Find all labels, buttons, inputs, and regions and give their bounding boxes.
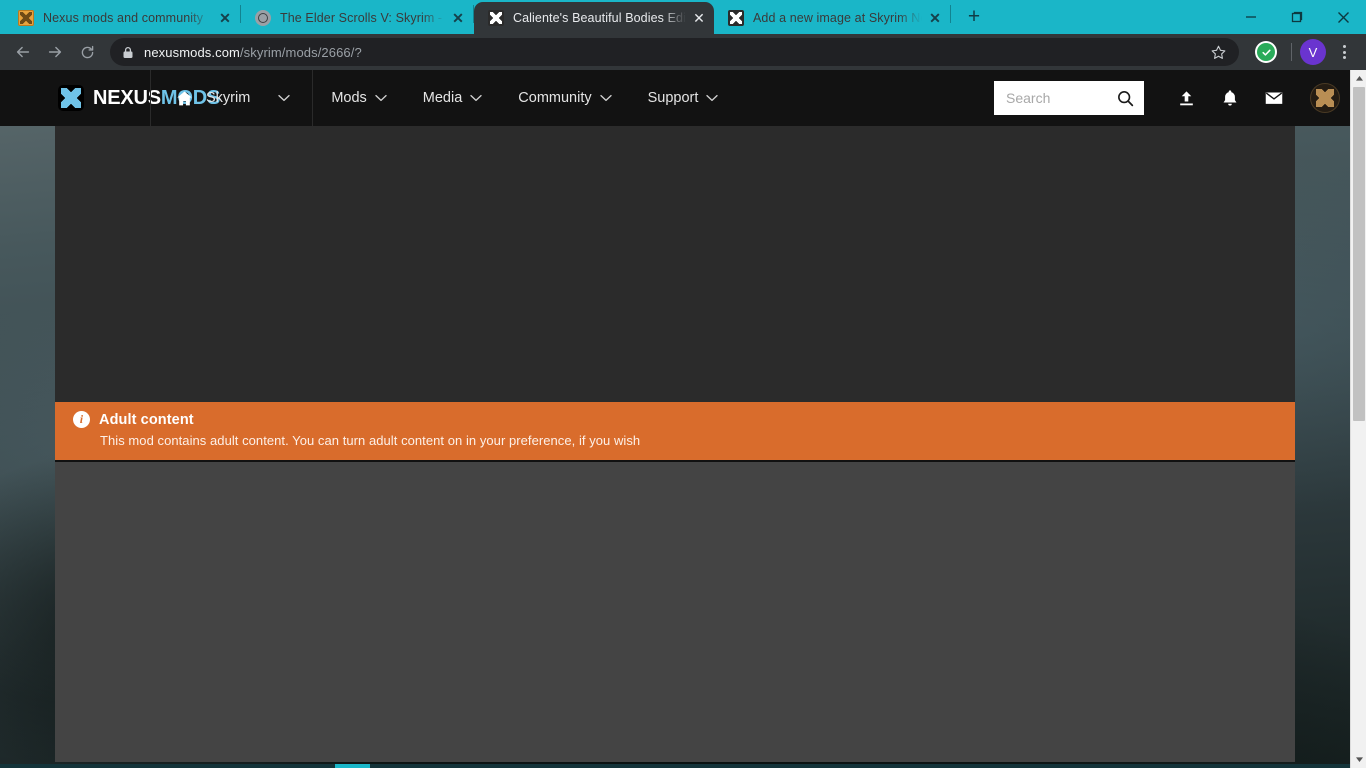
- nav-item-community[interactable]: Community: [500, 70, 629, 126]
- tab-close-button[interactable]: ✕: [214, 7, 236, 29]
- messages-envelope-icon[interactable]: [1254, 70, 1294, 126]
- nexusmods-logo[interactable]: NEXUSMODS: [0, 85, 220, 111]
- tab-close-button[interactable]: ✕: [688, 7, 710, 29]
- url-domain: nexusmods.com: [144, 44, 240, 60]
- chevron-down-icon: [599, 94, 612, 102]
- address-bar[interactable]: nexusmods.com/skyrim/mods/2666/?: [110, 38, 1239, 66]
- upload-icon[interactable]: [1166, 70, 1206, 126]
- chevron-down-icon: [278, 94, 290, 102]
- nexus-blue-icon: [728, 10, 744, 26]
- address-bar-url: nexusmods.com/skyrim/mods/2666/?: [144, 45, 362, 60]
- adult-content-banner: i Adult content This mod contains adult …: [55, 402, 1295, 460]
- back-arrow-icon[interactable]: [8, 37, 38, 67]
- info-icon: i: [73, 411, 90, 428]
- notifications-bell-icon[interactable]: [1210, 70, 1250, 126]
- banner-title-row: i Adult content: [73, 411, 1295, 428]
- nav-item-label: Media: [422, 90, 463, 106]
- green-check-extension-icon[interactable]: [1255, 41, 1277, 63]
- chevron-down-icon: [706, 94, 719, 102]
- forward-arrow-icon[interactable]: [40, 37, 70, 67]
- reload-icon[interactable]: [72, 37, 102, 67]
- toolbar-divider: [1291, 43, 1292, 61]
- nav-item-label: Mods: [331, 90, 367, 106]
- home-icon: [175, 89, 194, 108]
- nav-item-label: Support: [647, 90, 699, 106]
- nexus-blue-icon: [488, 10, 504, 26]
- tab-strip: Nexus mods and community ✕ The Elder Scr…: [0, 0, 1366, 34]
- nav-item-support[interactable]: Support: [630, 70, 737, 126]
- user-avatar[interactable]: [1310, 83, 1340, 113]
- page-loading-bar: [0, 764, 1350, 768]
- tab-title: Nexus mods and community: [43, 11, 204, 25]
- url-path: /skyrim/mods/2666/?: [239, 44, 362, 60]
- browser-tab-2[interactable]: The Elder Scrolls V: Skyrim - Mod ✕: [241, 2, 473, 34]
- minimize-icon[interactable]: [1228, 0, 1274, 34]
- maximize-icon[interactable]: [1274, 0, 1320, 34]
- three-dot-menu-icon[interactable]: [1330, 38, 1358, 66]
- browser-toolbar: nexusmods.com/skyrim/mods/2666/? V: [0, 34, 1366, 70]
- nexus-gold-icon: [18, 10, 34, 26]
- header-icon-group: [1144, 70, 1350, 126]
- star-icon[interactable]: [1210, 44, 1231, 61]
- search-input[interactable]: [1006, 90, 1116, 106]
- site-header: NEXUSMODS Skyrim Mods Media Community Su…: [0, 70, 1350, 126]
- browser-tab-4[interactable]: Add a new image at Skyrim Nexu ✕: [714, 2, 950, 34]
- new-tab-button[interactable]: +: [959, 2, 989, 32]
- banner-message: This mod contains adult content. You can…: [100, 433, 641, 448]
- nav-item-label: Community: [518, 90, 592, 106]
- tab-title: The Elder Scrolls V: Skyrim - Mod: [280, 11, 445, 25]
- page-scrollbar[interactable]: [1350, 70, 1366, 768]
- globe-icon: [255, 10, 271, 26]
- scroll-down-arrow-icon[interactable]: [1351, 751, 1366, 768]
- close-icon[interactable]: [1320, 0, 1366, 34]
- window-controls: [1228, 0, 1366, 34]
- nav-item-label: Skyrim: [206, 90, 251, 106]
- nav-item-skyrim[interactable]: Skyrim: [151, 70, 312, 126]
- lock-icon: [122, 46, 134, 59]
- search-icon[interactable]: [1116, 89, 1135, 108]
- content-panel-bottom: [55, 462, 1295, 762]
- scroll-up-arrow-icon[interactable]: [1351, 70, 1366, 87]
- tab-title: Caliente's Beautiful Bodies Edition: [513, 11, 686, 25]
- profile-avatar[interactable]: V: [1300, 39, 1326, 65]
- nav-item-media[interactable]: Media: [405, 70, 501, 126]
- browser-tab-1[interactable]: Nexus mods and community ✕: [4, 2, 240, 34]
- tab-title: Add a new image at Skyrim Nexu: [753, 11, 922, 25]
- chevron-down-icon: [375, 94, 387, 102]
- tab-separator: [950, 4, 951, 23]
- site-search[interactable]: [994, 81, 1144, 115]
- nexus-logo-icon: [58, 85, 84, 111]
- browser-tab-3-active[interactable]: Caliente's Beautiful Bodies Edition ✕: [474, 2, 714, 34]
- browser-window: Nexus mods and community ✕ The Elder Scr…: [0, 0, 1366, 768]
- page-viewport: i Adult content This mod contains adult …: [0, 70, 1366, 768]
- nav-item-mods[interactable]: Mods: [313, 70, 404, 126]
- chevron-down-icon: [470, 94, 482, 102]
- banner-title: Adult content: [99, 411, 194, 428]
- tab-close-button[interactable]: ✕: [924, 7, 946, 29]
- scrollbar-thumb[interactable]: [1353, 87, 1365, 421]
- tab-close-button[interactable]: ✕: [447, 7, 469, 29]
